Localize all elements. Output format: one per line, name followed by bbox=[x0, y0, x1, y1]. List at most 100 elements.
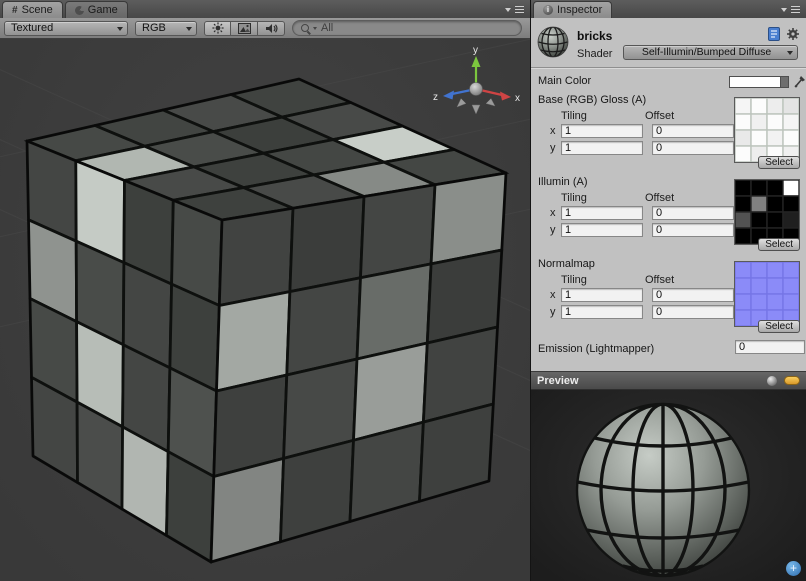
material-preview-icon bbox=[536, 25, 570, 62]
y-row-label: y bbox=[550, 224, 561, 236]
texture-thumbnail-illumin[interactable]: Select bbox=[734, 179, 800, 245]
eyedropper-icon[interactable] bbox=[794, 74, 806, 91]
emission-label: Emission (Lightmapper) bbox=[538, 343, 654, 355]
preview-sphere-render bbox=[531, 390, 806, 581]
inspector-panel: i Inspector bbox=[531, 0, 806, 581]
tiling-x-input[interactable] bbox=[561, 124, 643, 138]
inspector-body: bricks Shader Self-Illumin/Bumped Diffus… bbox=[531, 18, 806, 371]
x-row-label: x bbox=[550, 207, 561, 219]
inspector-pane-menu-icon[interactable] bbox=[775, 0, 806, 18]
axis-gizmo-center bbox=[470, 83, 483, 96]
search-icon bbox=[301, 24, 309, 32]
shader-value: Self-Illumin/Bumped Diffuse bbox=[642, 46, 771, 58]
tab-scene[interactable]: # Scene bbox=[2, 1, 63, 18]
preview-title: Preview bbox=[537, 375, 579, 387]
tiling-header: Tiling bbox=[561, 110, 645, 122]
dropdown-triangle-icon bbox=[505, 8, 511, 15]
preview-header-icons bbox=[767, 376, 800, 386]
preview-panel: Preview bbox=[531, 371, 806, 581]
render-mode-dropdown[interactable]: RGB bbox=[135, 21, 197, 36]
material-name: bricks bbox=[577, 29, 612, 43]
inspector-icon: i bbox=[543, 5, 553, 15]
axis-negative-cone bbox=[486, 99, 495, 107]
select-texture-button[interactable]: Select bbox=[758, 156, 800, 169]
sun-icon bbox=[212, 22, 224, 34]
search-field[interactable]: All bbox=[292, 20, 522, 36]
offset-y-input[interactable] bbox=[652, 223, 734, 237]
tiling-header: Tiling bbox=[561, 192, 645, 204]
shader-dropdown[interactable]: Self-Illumin/Bumped Diffuse bbox=[623, 45, 798, 60]
lighting-toggle[interactable] bbox=[204, 21, 231, 36]
audio-toggle[interactable] bbox=[258, 21, 285, 36]
unity-window: # Scene Game Textured RGB bbox=[0, 0, 806, 581]
offset-y-input[interactable] bbox=[652, 305, 734, 319]
y-axis-label: y bbox=[473, 45, 478, 56]
axis-negative-cone bbox=[457, 99, 466, 108]
tiling-offset-fields: Tiling Offset x y bbox=[550, 110, 743, 158]
preview-light-toggle-icon[interactable] bbox=[784, 376, 800, 385]
offset-header: Offset bbox=[645, 192, 674, 204]
scene-toolbar: Textured RGB bbox=[0, 18, 530, 39]
texture-thumbnail-base[interactable]: Select bbox=[734, 97, 800, 163]
scene-viewport[interactable]: y x z bbox=[0, 39, 530, 581]
offset-header: Offset bbox=[645, 110, 674, 122]
dropdown-triangle-icon bbox=[781, 8, 787, 15]
preview-header[interactable]: Preview bbox=[531, 371, 806, 390]
divider bbox=[531, 67, 806, 69]
scene-tabbar: # Scene Game bbox=[0, 0, 530, 18]
z-axis-label: z bbox=[433, 92, 438, 103]
tab-inspector-label: Inspector bbox=[557, 4, 602, 16]
game-icon bbox=[75, 6, 84, 15]
section-label: Base (RGB) Gloss (A) bbox=[538, 94, 646, 106]
skybox-toggle[interactable] bbox=[231, 21, 258, 36]
offset-x-input[interactable] bbox=[652, 288, 734, 302]
emission-input[interactable] bbox=[735, 340, 805, 354]
select-texture-button[interactable]: Select bbox=[758, 238, 800, 251]
offset-header: Offset bbox=[645, 274, 674, 286]
texture-thumbnail-normalmap[interactable]: Select bbox=[734, 261, 800, 327]
x-row-label: x bbox=[550, 289, 561, 301]
search-placeholder: All bbox=[321, 22, 333, 34]
main-color-swatch[interactable] bbox=[729, 76, 789, 88]
preview-body[interactable]: + bbox=[531, 390, 806, 581]
shader-label: Shader bbox=[577, 48, 612, 60]
gear-icon[interactable] bbox=[786, 27, 800, 41]
tiling-header: Tiling bbox=[561, 274, 645, 286]
tab-game[interactable]: Game bbox=[65, 1, 128, 18]
inspector-header-icons bbox=[768, 27, 800, 41]
inspector-tabbar: i Inspector bbox=[531, 0, 806, 18]
select-texture-button[interactable]: Select bbox=[758, 320, 800, 333]
x-row-label: x bbox=[550, 125, 561, 137]
tab-scene-label: Scene bbox=[22, 4, 53, 16]
scene-panel: # Scene Game Textured RGB bbox=[0, 0, 531, 581]
axis-negative-cone bbox=[472, 105, 480, 114]
main-color-label: Main Color bbox=[538, 75, 591, 87]
texture-section-normalmap: Normalmap Tiling Offset x y bbox=[538, 258, 800, 338]
preview-sphere-icon[interactable] bbox=[767, 376, 777, 386]
tab-inspector[interactable]: i Inspector bbox=[533, 1, 612, 18]
offset-x-input[interactable] bbox=[652, 206, 734, 220]
tiling-y-input[interactable] bbox=[561, 305, 643, 319]
speaker-icon bbox=[265, 23, 278, 34]
scene-pane-menu-icon[interactable] bbox=[499, 0, 530, 18]
offset-x-input[interactable] bbox=[652, 124, 734, 138]
render-mode-value: RGB bbox=[142, 22, 166, 34]
z-axis-cone bbox=[443, 91, 454, 100]
offset-y-input[interactable] bbox=[652, 141, 734, 155]
search-filter-dropdown-icon bbox=[313, 27, 317, 32]
tiling-offset-fields: Tiling Offset x y bbox=[550, 192, 743, 240]
add-button[interactable]: + bbox=[786, 561, 801, 576]
y-row-label: y bbox=[550, 142, 561, 154]
tiling-x-input[interactable] bbox=[561, 206, 643, 220]
tiling-y-input[interactable] bbox=[561, 223, 643, 237]
help-book-icon[interactable] bbox=[768, 27, 780, 41]
texture-section-base: Base (RGB) Gloss (A) Tiling Offset x y bbox=[538, 94, 800, 174]
tiling-x-input[interactable] bbox=[561, 288, 643, 302]
axis-gizmo[interactable]: y x z bbox=[430, 43, 522, 126]
menu-icon bbox=[791, 6, 800, 8]
draw-mode-dropdown[interactable]: Textured bbox=[4, 21, 128, 36]
y-row-label: y bbox=[550, 306, 561, 318]
scene-grid-icon: # bbox=[12, 5, 18, 16]
menu-icon bbox=[515, 6, 524, 8]
tiling-y-input[interactable] bbox=[561, 141, 643, 155]
